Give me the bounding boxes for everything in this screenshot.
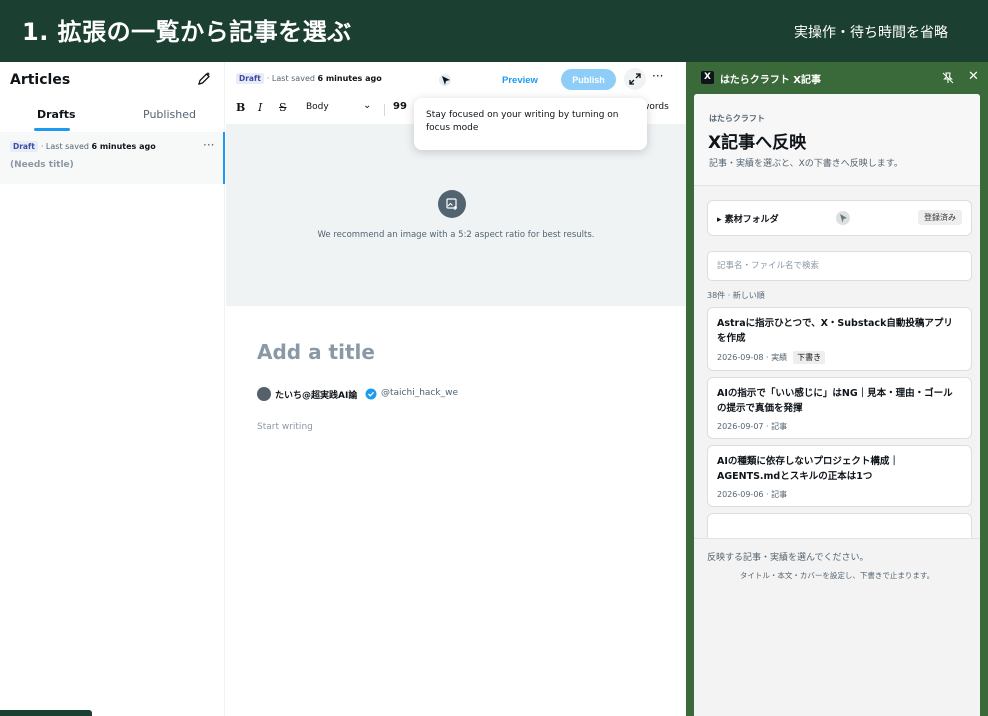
- editor-meta: Draft · Last saved 6 minutes ago: [236, 73, 382, 84]
- result-count: 38件 · 新しい順: [707, 291, 765, 300]
- articles-heading: Articles: [10, 72, 71, 88]
- panel-eyebrow: はたらクラフト: [709, 114, 765, 123]
- footer-note: タイトル・本文・カバーを設定し、下書きで止まります。: [739, 571, 935, 580]
- articles-tabs: Drafts Published: [0, 102, 225, 132]
- banner-title: 1. 拡張の一覧から記事を選ぶ: [22, 18, 352, 46]
- x-logo-icon: X: [701, 71, 714, 84]
- side-panel-header: X はたらクラフト X記事 ✕: [686, 62, 988, 94]
- text-style-select[interactable]: Body: [306, 102, 329, 112]
- expand-icon: [629, 73, 641, 85]
- article-card[interactable]: Astraに指示ひとつで、X・Substack自動投稿アプリを作成 2026-0…: [707, 307, 972, 371]
- tab-drafts[interactable]: Drafts: [37, 108, 76, 121]
- editor-topbar: Draft · Last saved 6 minutes ago Preview …: [226, 62, 686, 96]
- side-panel-title: はたらクラフト X記事: [720, 75, 821, 86]
- article-card-title: Astraに指示ひとつで、X・Substack自動投稿アプリを作成: [717, 318, 953, 344]
- article-body-input[interactable]: Start writing: [257, 422, 313, 432]
- author-name: たいち@超実践AI論: [275, 391, 358, 401]
- active-tab-indicator: [34, 128, 70, 131]
- cover-image-dropzone[interactable]: We recommend an image with a 5:2 aspect …: [226, 124, 686, 306]
- italic-button[interactable]: I: [258, 101, 262, 114]
- material-folder-toggle[interactable]: ▸ 素材フォルダ 登録済み: [707, 200, 972, 236]
- quote-button[interactable]: 99: [393, 101, 407, 112]
- strikethrough-button[interactable]: S: [279, 101, 287, 114]
- corner-overlay-bar: [0, 710, 92, 716]
- compose-icon[interactable]: [196, 71, 212, 87]
- publish-button[interactable]: Publish: [561, 69, 616, 90]
- x-articles-app: Articles Drafts Published Draft · Last sa…: [0, 62, 686, 716]
- editor-draft-badge: Draft: [236, 73, 264, 84]
- article-card-meta: 2026-09-07 · 記事: [717, 422, 788, 431]
- cursor-icon: [439, 74, 451, 86]
- draft-badge: Draft: [10, 141, 38, 152]
- panel-hero: はたらクラフト X記事へ反映 記事・実績を選ぶと、Xの下書きへ反映します。: [694, 94, 980, 186]
- banner-note: 実操作・待ち時間を省略: [794, 25, 948, 41]
- editor-saved-time: 6 minutes ago: [317, 74, 382, 83]
- article-card[interactable]: AIの種類に依存しないプロジェクト構成｜AGENTS.mdとスキルの正本は1つ …: [707, 445, 972, 507]
- editor-saved-prefix: · Last saved: [266, 74, 318, 83]
- article-card-title: AIの種類に依存しないプロジェクト構成｜AGENTS.mdとスキルの正本は1つ: [717, 456, 899, 482]
- articles-sidebar: Articles Drafts Published Draft · Last sa…: [0, 62, 225, 716]
- draft-list-item[interactable]: Draft · Last saved 6 minutes ago ··· (Nee…: [0, 132, 225, 184]
- draft-meta: Draft · Last saved 6 minutes ago: [10, 141, 156, 152]
- article-card-meta: 2026-09-08 · 実績 下書き: [717, 351, 826, 364]
- avatar: [257, 387, 271, 401]
- pin-icon[interactable]: [942, 72, 954, 84]
- cursor-icon: [836, 211, 850, 225]
- close-icon[interactable]: ✕: [968, 69, 979, 84]
- focus-mode-tooltip: Stay focused on your writing by turning …: [414, 98, 647, 150]
- tab-published[interactable]: Published: [143, 108, 196, 121]
- draft-saved-prefix: · Last saved: [40, 142, 92, 151]
- panel-footer: 反映する記事・実績を選んでください。 タイトル・本文・カバーを設定し、下書きで止…: [694, 538, 980, 716]
- author-handle: @taichi_hack_we: [381, 388, 458, 398]
- tutorial-banner: 1. 拡張の一覧から記事を選ぶ 実操作・待ち時間を省略: [0, 0, 988, 62]
- draft-more-button[interactable]: ···: [203, 138, 214, 152]
- preview-button[interactable]: Preview: [496, 70, 544, 90]
- panel-description: 記事・実績を選ぶと、Xの下書きへ反映します。: [709, 159, 903, 169]
- extension-side-panel: X はたらクラフト X記事 ✕ はたらクラフト X記事へ反映 記事・実績を選ぶと…: [686, 62, 988, 716]
- cover-hint: We recommend an image with a 5:2 aspect …: [317, 230, 595, 240]
- bold-button[interactable]: B: [236, 101, 245, 114]
- article-card-tag: 下書き: [793, 351, 826, 364]
- article-card-title: AIの指示で「いい感じに」はNG｜見本・理由・ゴールの提示で真価を発揮: [717, 388, 953, 414]
- article-editor: Draft · Last saved 6 minutes ago Preview …: [226, 62, 686, 716]
- editor-more-button[interactable]: ···: [652, 69, 663, 83]
- side-panel-body: はたらクラフト X記事へ反映 記事・実績を選ぶと、Xの下書きへ反映します。 ▸ …: [694, 94, 980, 716]
- draft-title: (Needs title): [10, 160, 74, 170]
- material-folder-label: ▸ 素材フォルダ: [717, 215, 779, 225]
- article-title-input[interactable]: Add a title: [257, 340, 375, 364]
- image-add-icon[interactable]: [438, 190, 466, 218]
- footer-message: 反映する記事・実績を選んでください。: [707, 553, 869, 563]
- article-card-date: 2026-09-08 · 実績: [717, 353, 788, 362]
- article-card[interactable]: AIの指示で「いい感じに」はNG｜見本・理由・ゴールの提示で真価を発揮 2026…: [707, 377, 972, 439]
- panel-heading: X記事へ反映: [708, 133, 807, 153]
- chevron-down-icon: ⌄: [363, 100, 372, 111]
- article-search-input[interactable]: [707, 251, 972, 281]
- folder-status-badge: 登録済み: [918, 210, 962, 225]
- focus-mode-button[interactable]: [624, 68, 646, 90]
- article-card-meta: 2026-09-06 · 記事: [717, 490, 788, 499]
- draft-saved-time: 6 minutes ago: [91, 142, 156, 151]
- verified-badge-icon: [365, 388, 377, 400]
- toolbar-divider: [384, 104, 385, 116]
